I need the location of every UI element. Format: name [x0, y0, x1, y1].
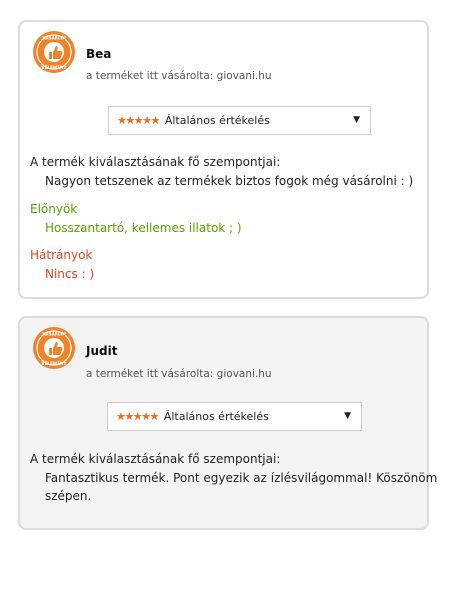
criteria-title: A termék kiválasztásának fő szempontjai:: [30, 452, 281, 466]
reviewer-name: Judit: [86, 344, 118, 358]
svg-text:VÁSÁRLÓI: VÁSÁRLÓI: [42, 332, 66, 337]
cons-text: Nincs : ): [45, 267, 95, 281]
review-card: VÁSÁRLÓI VÉLEMÉNY Judit a terméket itt v…: [18, 316, 437, 530]
star-rating-icon: ★★★★★: [117, 114, 160, 127]
rating-dropdown[interactable]: ★★★★★ Általános értékelés ▼: [107, 402, 362, 431]
customer-review-badge-icon: VÁSÁRLÓI VÉLEMÉNY: [33, 31, 75, 73]
criteria-text: Nagyon tetszenek az termékek biztos fogo…: [45, 174, 414, 188]
customer-review-badge-icon: VÁSÁRLÓI VÉLEMÉNY: [33, 327, 75, 369]
svg-text:VÉLEMÉNY: VÉLEMÉNY: [41, 65, 67, 70]
purchase-source: a terméket itt vásárolta: giovani.hu: [86, 368, 272, 380]
pros-title: Előnyök: [30, 202, 78, 216]
rating-label: Általános értékelés: [163, 410, 269, 423]
criteria-text-line-2: szépen.: [45, 489, 92, 503]
cons-title: Hátrányok: [30, 248, 93, 262]
rating-label: Általános értékelés: [164, 114, 270, 127]
criteria-text-line-1: Fantasztikus termék. Pont egyezik az ízl…: [45, 471, 438, 485]
review-card: VÁSÁRLÓI VÉLEMÉNY Bea a terméket itt vás…: [18, 20, 429, 299]
reviewer-name: Bea: [86, 47, 112, 61]
pros-text: Hosszantartó, kellemes illatok ; ): [45, 221, 242, 235]
chevron-down-icon: ▼: [344, 411, 351, 421]
rating-dropdown[interactable]: ★★★★★ Általános értékelés ▼: [108, 106, 371, 135]
purchase-source: a terméket itt vásárolta: giovani.hu: [86, 70, 272, 82]
star-rating-icon: ★★★★★: [116, 410, 159, 423]
criteria-title: A termék kiválasztásának fő szempontjai:: [30, 155, 281, 169]
svg-text:VÁSÁRLÓI: VÁSÁRLÓI: [42, 36, 66, 41]
chevron-down-icon: ▼: [353, 115, 360, 125]
svg-text:VÉLEMÉNY: VÉLEMÉNY: [41, 361, 67, 366]
